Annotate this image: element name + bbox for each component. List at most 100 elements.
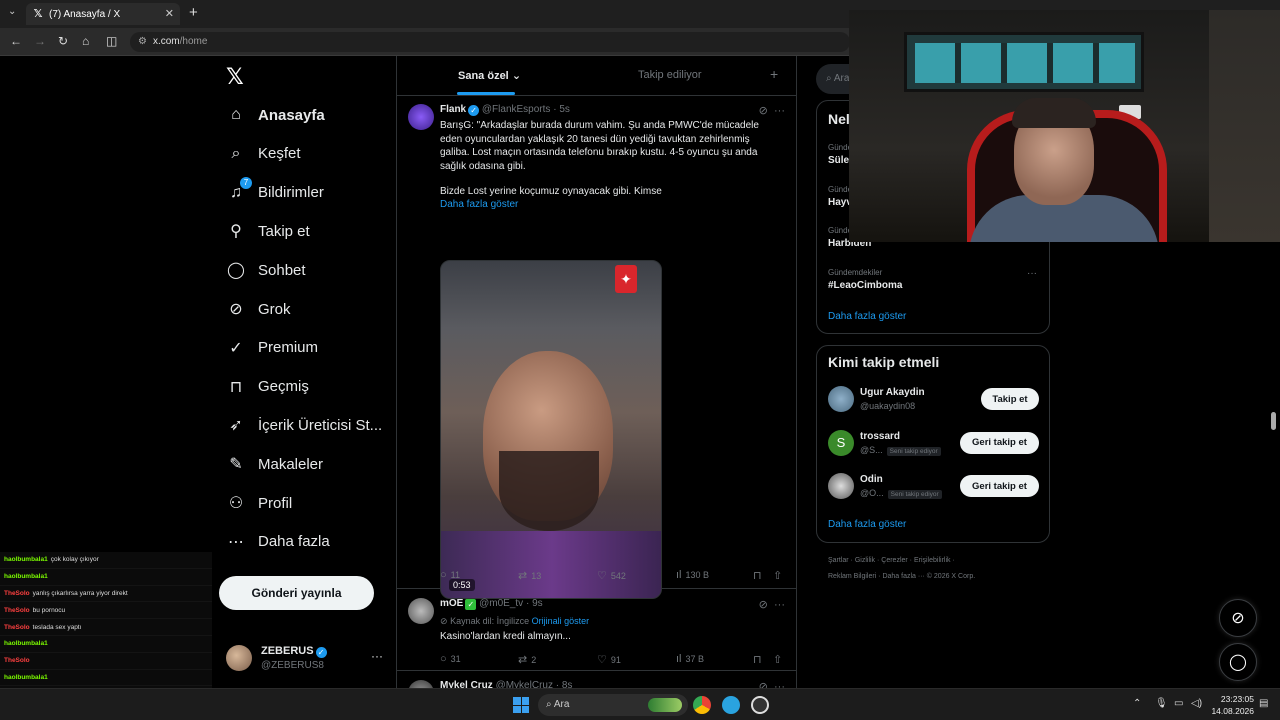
notification-icon[interactable]: ▤ [1259, 698, 1268, 709]
repost-button[interactable]: ⇄ 2 [518, 653, 536, 666]
chat-text: bu pornocu [32, 606, 66, 614]
new-tab-icon[interactable]: + [189, 4, 198, 21]
tweet-more-icon[interactable]: ··· [774, 105, 785, 117]
messages-float-button[interactable]: ◯ [1219, 643, 1257, 681]
suggested-user-name[interactable]: trossard [860, 431, 900, 442]
x-logo-icon[interactable]: 𝕏 [226, 64, 244, 90]
home-browser-icon[interactable]: ⌂ [82, 34, 89, 48]
follow-button[interactable]: Takip et [981, 388, 1039, 410]
like-button[interactable]: ♡ 91 [597, 653, 621, 666]
avatar[interactable] [408, 598, 434, 624]
avatar[interactable]: S [828, 429, 854, 456]
nav-item-label: Bildirimler [258, 184, 324, 202]
avatar[interactable] [408, 680, 434, 688]
nav-item-5[interactable]: ⊘ Grok [226, 294, 290, 324]
reload-icon[interactable]: ↻ [58, 34, 68, 48]
volume-icon[interactable]: ◁) [1191, 698, 1202, 709]
post-button[interactable]: Gönderi yayınla [219, 576, 374, 610]
reply-button[interactable]: ○ 11 [440, 569, 460, 581]
chrome-icon[interactable] [693, 696, 711, 714]
forward-icon[interactable]: → [34, 34, 46, 48]
suggested-user-name[interactable]: Ugur Akaydin [860, 387, 925, 398]
bookmark-button[interactable]: ⊓ [753, 569, 766, 582]
grok-explain-icon[interactable]: ⊘ [759, 681, 768, 688]
suggested-user-name[interactable]: Odin [860, 474, 883, 485]
avatar[interactable] [408, 104, 434, 130]
network-icon[interactable]: ▭ [1174, 698, 1183, 709]
tab-menu-chevron-icon[interactable]: ⌄ [8, 6, 16, 17]
tweet-author-handle[interactable]: @m0E_tv [479, 598, 523, 609]
tweet-time[interactable]: 5s [559, 104, 570, 115]
like-button[interactable]: ♡ 542 [597, 569, 626, 582]
tweet-time[interactable]: 8s [562, 680, 573, 688]
trend-more-icon[interactable]: ··· [1027, 268, 1037, 279]
browser-tab[interactable]: 𝕏 (7) Anasayfa / X ✕ [26, 3, 180, 25]
nav-item-4[interactable]: ◯ Sohbet [226, 255, 306, 285]
taskbar-clock[interactable]: 23:23:05 14.08.2026 [1206, 693, 1254, 717]
share-button[interactable]: ⇧ [773, 569, 786, 582]
sidebar-icon[interactable]: ◫ [106, 34, 117, 48]
views-button[interactable]: ıl 37 B [676, 653, 704, 665]
tweet-time[interactable]: 9s [532, 598, 543, 609]
address-bar[interactable]: ⚙ x.com/home [130, 32, 850, 52]
search-icon: ⌕ [546, 699, 552, 710]
show-original-link[interactable]: Orijinali göster [532, 616, 590, 626]
grok-float-button[interactable]: ⊘ [1219, 599, 1257, 637]
trends-show-more-link[interactable]: Daha fazla göster [828, 311, 906, 322]
grok-explain-icon[interactable]: ⊘ [759, 105, 768, 117]
show-more-link[interactable]: Daha fazla göster [440, 199, 518, 210]
nav-item-3[interactable]: ⚲ Takip et [226, 216, 310, 246]
reply-button[interactable]: ○ 31 [440, 653, 461, 665]
nav-item-9[interactable]: ✎ Makaleler [226, 449, 323, 479]
trend-name[interactable]: Süle [828, 155, 849, 166]
telegram-icon[interactable] [722, 696, 740, 714]
nav-item-6[interactable]: ✓ Premium [226, 333, 318, 363]
share-button[interactable]: ⇧ [773, 653, 786, 666]
tweet-author-name[interactable]: Mykel Cruz [440, 680, 493, 688]
scrollbar[interactable] [1271, 412, 1276, 430]
nav-item-10[interactable]: ⚇ Profil [226, 488, 292, 518]
tweet-author-name[interactable]: mOE [440, 598, 463, 609]
views-button[interactable]: ıl 130 B [676, 569, 709, 581]
footer-links[interactable]: Şartlar · Gizlilik · Çerezler · Erişileb… [828, 557, 955, 564]
nav-item-2[interactable]: ♫ 7 Bildirimler [226, 176, 324, 208]
tweet[interactable]: mOE ✓ @m0E_tv · 9s ⊘ ··· ⊘ Kaynak dil: İn… [397, 590, 796, 671]
tab-close-icon[interactable]: ✕ [165, 7, 174, 20]
tweet[interactable]: Flank ✓ @FlankEsports · 5s ⊘ ··· BarışG: … [397, 96, 796, 599]
footer-links-2[interactable]: Reklam Bilgileri · Daha fazla ··· © 2026… [828, 573, 975, 580]
avatar[interactable] [828, 473, 854, 499]
repost-button[interactable]: ⇄ 13 [518, 569, 541, 582]
tray-chevron-icon[interactable]: ⌃ [1133, 698, 1141, 709]
tab-title: (7) Anasayfa / X [49, 8, 121, 20]
account-more-icon[interactable]: ··· [371, 649, 383, 663]
tweet-video[interactable]: ✦ 0:53 [440, 260, 662, 599]
avatar[interactable] [828, 386, 854, 412]
tweet-author-handle[interactable]: @MykelCruz [496, 680, 553, 688]
tweet-more-icon[interactable]: ··· [774, 599, 785, 611]
nav-item-11[interactable]: ⋯ Daha fazla [226, 527, 330, 557]
windows-start-icon[interactable] [513, 697, 529, 713]
account-switcher[interactable]: ZEBERUS ✓ @ZEBERUS8 ··· [226, 643, 386, 675]
obs-icon[interactable] [751, 696, 769, 714]
nav-item-1[interactable]: ⌕ Keşfet [226, 139, 301, 169]
tweet[interactable]: Mykel Cruz @MykelCruz · 8s ⊘ ··· [397, 672, 796, 688]
site-info-icon[interactable]: ⚙ [138, 36, 147, 47]
tab-for-you[interactable]: Sana özel ⌄ [458, 69, 521, 82]
taskbar-search[interactable]: ⌕ Ara [538, 694, 688, 716]
bookmark-button[interactable]: ⊓ [753, 653, 766, 666]
tweet-author-name[interactable]: Flank [440, 104, 466, 115]
trend-name[interactable]: #LeaoCimboma [828, 280, 902, 291]
tweet-more-icon[interactable]: ··· [774, 681, 785, 688]
nav-item-0[interactable]: ⌂ Anasayfa [226, 100, 325, 130]
back-icon[interactable]: ← [10, 34, 22, 48]
tweet-author-handle[interactable]: @FlankEsports [482, 104, 551, 115]
grok-explain-icon[interactable]: ⊘ [759, 599, 768, 611]
who-show-more-link[interactable]: Daha fazla göster [828, 519, 906, 530]
add-tab-icon[interactable]: + [770, 66, 778, 82]
follow-button[interactable]: Geri takip et [960, 431, 1039, 454]
nav-item-8[interactable]: ➶ İçerik Üreticisi St... [226, 410, 382, 440]
tab-following[interactable]: Takip ediliyor [638, 69, 702, 81]
microphone-icon[interactable]: 🎙 [1155, 698, 1168, 709]
nav-item-7[interactable]: ⊓ Geçmiş [226, 372, 309, 402]
follow-button[interactable]: Geri takip et [960, 475, 1039, 497]
